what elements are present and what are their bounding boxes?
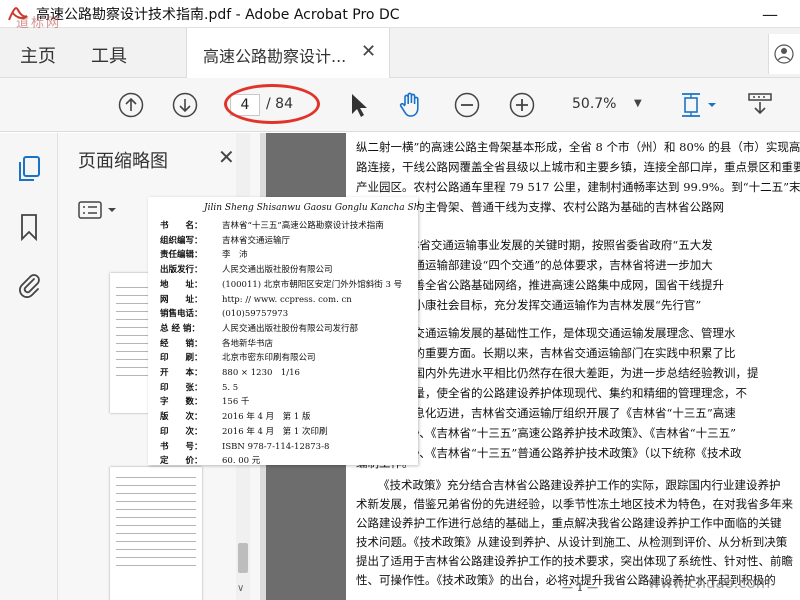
copyright-row-key: 地 址： (160, 279, 203, 290)
copyright-row: 印 刷： 北京市密东印刷有限公司 (160, 351, 316, 363)
copyright-row: 网 址： http: // www. ccpress. com. cn (160, 293, 352, 305)
copyright-row-value: 吉林省“十三五”高速公路勘察设计技术指南 (222, 221, 384, 231)
copyright-row-value: 2016 年 4 月 第 1 版 (222, 412, 311, 423)
copyright-row: 书 名： 吉林省“十三五”高速公路勘察设计技术指南 (160, 219, 384, 231)
document-text-line: 产业园区。农村公路通车里程 79 517 公里，建制村通畅率达到 99.9%。到… (356, 180, 800, 194)
account-logo-icon[interactable] (768, 34, 800, 74)
copyright-row-key: 书 名： (160, 221, 203, 231)
thumbnails-title: 页面缩略图 (78, 151, 168, 172)
scroll-tool-icon[interactable] (746, 91, 774, 119)
page-thumbnails-icon[interactable] (16, 155, 42, 183)
copyright-row-value: 人民交通出版社股份有限公司 (222, 265, 333, 276)
copyright-row-key: 开 本： (160, 368, 203, 378)
attachment-icon[interactable] (16, 270, 42, 298)
page-thumbnail[interactable] (110, 467, 202, 600)
copyright-row: 出版发行： 人民交通出版社股份有限公司 (160, 263, 333, 275)
document-text-line: 公路建设养护工作进行总结的基础上，重点解决我省公路建设养护工作中面临的关键 (356, 516, 782, 530)
pinyin-title: Jilin Sheng Shisanwu Gaosu Gonglu Kancha… (204, 203, 418, 213)
copyright-row-key: 总 经 销： (160, 323, 200, 334)
copyright-row: 组织编写： 吉林省交通运输厅 (160, 234, 290, 246)
document-text-line: 提出了适用于吉林省公路建设养护工作的技术要求，突出体现了系统性、针对性、前瞻 (356, 554, 793, 568)
copyright-row-key: 印 刷： (160, 353, 203, 364)
zoom-level[interactable]: 50.7% (572, 96, 616, 112)
copyright-row: 责任编辑： 李 沛 (160, 248, 248, 260)
scroll-down-icon[interactable]: ∨ (237, 583, 244, 594)
copyright-row-key: 组织编写： (160, 235, 203, 246)
list-options-icon (78, 201, 102, 219)
document-text-line: 纵二射一横”的高速公路主骨架基本形成，全省 8 个市（州）和 80% 的县（市）… (356, 140, 800, 154)
copyright-row-value: 156 千 (222, 397, 250, 408)
close-panel-button[interactable]: ✕ (218, 145, 235, 169)
page-fit-icon[interactable] (678, 91, 720, 119)
copyright-row-value: 5. 5 (222, 382, 239, 393)
copyright-row: 经 销： 各地新华书店 (160, 337, 273, 349)
document-text-line: 路连接，干线公路网覆盖全省县级以上城市和主要乡镇，连接全部口岸，重点景区和重要 (356, 160, 800, 174)
tab-home[interactable]: 主页 (20, 42, 56, 68)
red-circle-annotation (224, 84, 320, 124)
copyright-row: 版 次： 2016 年 4 月 第 1 版 (160, 410, 310, 422)
copyright-row-key: 字 数： (160, 397, 203, 408)
document-tab-label: 高速公路勘察设计... (203, 47, 347, 66)
copyright-row-value: 880 × 1230 1/16 (222, 368, 300, 378)
copyright-row: 印 次： 2016 年 4 月 第 1 次印刷 (160, 425, 327, 437)
thumbnail-options-button[interactable] (78, 197, 124, 223)
next-page-icon[interactable] (171, 91, 199, 119)
copyright-row-value: 李 沛 (222, 250, 248, 261)
copyright-row-value: 60. 00 元 (222, 456, 261, 465)
copyright-row: 书 号： ISBN 978-7-114-12873-8 (160, 440, 329, 452)
tab-document[interactable]: 高速公路勘察设计... ✕ (186, 28, 390, 78)
window-title: 高速公路勘察设计技术指南.pdf - Adobe Acrobat Pro DC (36, 7, 400, 23)
copyright-row-key: 责任编辑： (160, 250, 203, 261)
close-tab-button[interactable]: ✕ (361, 41, 376, 62)
copyright-row: 开 本： 880 × 1230 1/16 (160, 366, 300, 378)
copyright-row-value: (100011) 北京市朝阳区安定门外外馆斜街 3 号 (222, 279, 403, 290)
copyright-row-key: 出版发行： (160, 265, 203, 276)
zoom-dropdown-icon[interactable]: ▼ (634, 98, 642, 109)
copyright-row-key: 销售电话： (160, 309, 203, 320)
copyright-row-value: 各地新华书店 (222, 338, 274, 349)
copyright-row-key: 版 次： (160, 412, 203, 423)
select-cursor-icon[interactable] (344, 91, 372, 119)
copyright-row-value: 2016 年 4 月 第 1 次印刷 (222, 426, 328, 437)
bookmark-icon[interactable] (16, 213, 42, 241)
copyright-row: 销售电话： (010)59757973 (160, 307, 288, 319)
left-icon-rail (0, 133, 58, 600)
copyright-row: 定 价： 60. 00 元 (160, 454, 260, 465)
minimize-button[interactable]: — (752, 0, 788, 28)
copyright-row-key: 印 次： (160, 426, 203, 437)
copyright-row-key: 印 张： (160, 382, 203, 393)
document-text-line: 技术问题。《技术政策》从建设到养护、从设计到施工、从检测到评价、从分析到决策 (356, 535, 788, 549)
copyright-row-key: 书 号： (160, 441, 203, 452)
scrollbar-thumb[interactable] (238, 543, 248, 573)
copyright-row-key: 经 销： (160, 338, 203, 349)
document-text-line: 术新发展，借鉴兄弟省份的先进经验，以季节性冻土地区技术为特色，在对我省多年来 (356, 497, 793, 511)
copyright-row-value: (010)59757973 (222, 309, 289, 320)
copyright-row-value: 人民交通出版社股份有限公司发行部 (222, 323, 359, 334)
tab-tools[interactable]: 工具 (91, 42, 127, 68)
zoom-in-icon[interactable] (508, 91, 536, 119)
watermark-bottom: www.chdao.com (648, 574, 771, 592)
document-text-line: 《技术政策》充分结合吉林省公路建设养护工作的实际，跟踪国内行业建设养护 (378, 478, 781, 492)
title-bar: 高速公路勘察设计技术指南.pdf - Adobe Acrobat Pro DC … (0, 0, 800, 31)
copyright-row: 总 经 销： 人民交通出版社股份有限公司发行部 (160, 322, 358, 334)
copyright-row-key: 网 址： (160, 294, 203, 305)
zoom-out-icon[interactable] (453, 91, 481, 119)
copyright-row-value: 吉林省交通运输厅 (222, 235, 291, 246)
copyright-row-key: 定 价： (160, 456, 203, 465)
copyright-row: 地 址： (100011) 北京市朝阳区安定门外外馆斜街 3 号 (160, 278, 402, 290)
copyright-row-value: ISBN 978-7-114-12873-8 (222, 441, 330, 452)
prev-page-icon[interactable] (117, 91, 145, 119)
copyright-row: 字 数： 156 千 (160, 395, 249, 407)
tab-bar: 主页 工具 高速公路勘察设计... ✕ (0, 28, 800, 78)
main-toolbar: 4 / 84 50.7% ▼ (0, 78, 800, 132)
chevron-down-icon (108, 208, 116, 212)
copyright-page-image: Jilin Sheng Shisanwu Gaosu Gonglu Kancha… (148, 197, 418, 465)
hand-tool-icon[interactable] (397, 91, 425, 119)
copyright-row-value: http: // www. ccpress. com. cn (222, 294, 352, 305)
copyright-row: 印 张： 5. 5 (160, 381, 238, 393)
copyright-row-value: 北京市密东印刷有限公司 (222, 353, 316, 364)
